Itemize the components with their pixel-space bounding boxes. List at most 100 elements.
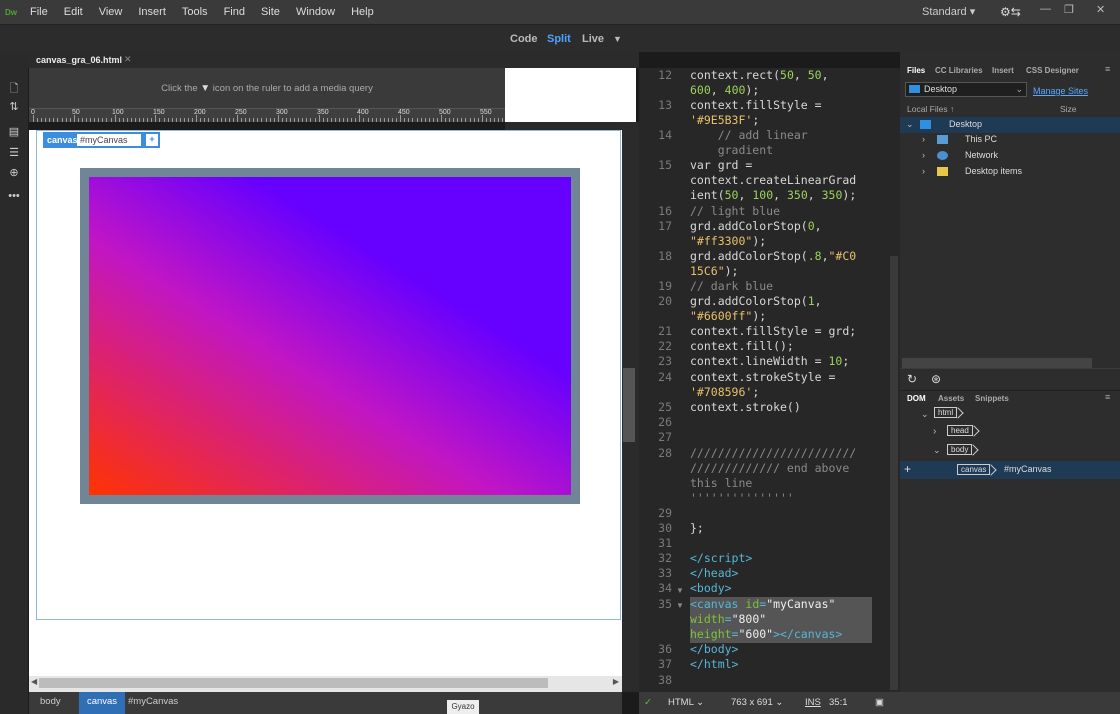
add-class-button[interactable]: + <box>146 134 158 146</box>
menu-help[interactable]: Help <box>343 6 382 18</box>
tab-insert[interactable]: Insert <box>992 66 1014 75</box>
preview-icon[interactable]: ▣ <box>875 697 884 708</box>
tab-dom[interactable]: DOM <box>907 394 926 403</box>
file-transfer-icon[interactable]: ⇅ <box>6 100 22 114</box>
menu-insert[interactable]: Insert <box>130 6 174 18</box>
code-view[interactable]: 12 13 14 15 16 17 18 19 20 21 22 23 24 2… <box>639 68 888 692</box>
menu-view[interactable]: View <box>91 6 131 18</box>
menu-find[interactable]: Find <box>216 6 253 18</box>
dom-node-body[interactable]: body <box>947 444 973 455</box>
valid-check-icon[interactable]: ✓ <box>644 697 652 708</box>
window-size-selector[interactable]: 763 x 691 ⌄ <box>731 697 783 708</box>
chevron-down-icon[interactable]: ⌄ <box>933 445 941 456</box>
element-hud[interactable]: canvas #myCanvas + <box>43 132 160 148</box>
code-line: // dark blue <box>690 279 774 293</box>
doctype-selector[interactable]: HTML ⌄ <box>668 697 704 708</box>
ruler-tick <box>147 118 149 122</box>
ruler-tick <box>498 118 500 122</box>
target-icon[interactable]: ⊕ <box>6 166 22 180</box>
gear-sync-icon[interactable]: ⚙⇆ <box>1000 5 1021 19</box>
fold-arrow-icon[interactable]: ▼ <box>676 586 684 595</box>
close-icon[interactable]: ✕ <box>1096 3 1105 16</box>
restore-icon[interactable]: ❐ <box>1064 3 1074 16</box>
more-icon[interactable]: ••• <box>6 190 22 204</box>
menu-file[interactable]: File <box>22 6 56 18</box>
menu-window[interactable]: Window <box>288 6 343 18</box>
dom-selected-row[interactable]: + canvas #myCanvas <box>900 461 1120 479</box>
ruler-tick <box>179 118 181 122</box>
panel-menu-icon[interactable]: ≡ <box>1105 64 1110 74</box>
cursor-position: 35:1 <box>829 697 848 708</box>
menu-site[interactable]: Site <box>253 6 288 18</box>
scroll-thumb[interactable] <box>623 368 635 442</box>
code-line: </html> <box>690 657 739 671</box>
site-dropdown[interactable]: Desktop ⌄ <box>905 82 1027 97</box>
ruler-tick <box>155 115 157 122</box>
gradient-canvas[interactable] <box>80 168 580 504</box>
code-line: </head> <box>690 566 739 580</box>
live-view-button[interactable]: Live <box>582 33 604 45</box>
chevron-down-icon[interactable]: ⌄ <box>906 119 914 130</box>
dom-node-canvas[interactable]: canvas <box>957 464 991 475</box>
network-icon <box>937 151 948 160</box>
ruler-tick <box>220 118 222 122</box>
ruler-tick <box>249 118 251 122</box>
live-view-horizontal-scrollbar[interactable]: ◀ ▶ <box>29 676 622 692</box>
tab-snippets[interactable]: Snippets <box>975 394 1009 403</box>
breadcrumb-id[interactable]: #myCanvas <box>128 696 178 707</box>
close-tab-icon[interactable]: ✕ <box>124 54 132 65</box>
workspace-switcher[interactable]: Standard ▾ <box>922 5 975 18</box>
chevron-right-icon[interactable]: › <box>922 166 925 176</box>
element-id-field[interactable]: #myCanvas <box>77 134 141 146</box>
ruler-tick <box>302 118 304 122</box>
fold-arrow-icon[interactable]: ▼ <box>676 601 684 610</box>
chevron-down-icon[interactable]: ▼ <box>613 34 622 44</box>
menu-tools[interactable]: Tools <box>174 6 216 18</box>
refresh-icon[interactable]: ↻ <box>907 372 917 386</box>
size-header[interactable]: Size <box>1060 104 1077 114</box>
tab-cc-libraries[interactable]: CC Libraries <box>935 66 983 75</box>
file-tree-item-this-pc[interactable]: › This PC <box>900 132 1120 148</box>
connect-icon[interactable]: ⊛ <box>931 372 941 386</box>
dom-node-html[interactable]: html <box>934 407 958 418</box>
file-tree-item-network[interactable]: › Network <box>900 148 1120 164</box>
dom-node-head[interactable]: head <box>947 425 973 436</box>
dom-panel-tabs: DOM Assets Snippets ≡ <box>900 390 1120 404</box>
add-element-icon[interactable]: + <box>904 462 911 476</box>
breadcrumb-body[interactable]: body <box>40 696 61 707</box>
manage-sites-link[interactable]: Manage Sites <box>1033 86 1088 96</box>
live-view[interactable]: canvas #myCanvas + <box>29 130 622 676</box>
scroll-right-icon[interactable]: ▶ <box>613 677 619 686</box>
code-view-button[interactable]: Code <box>510 33 538 45</box>
chevron-right-icon[interactable]: › <box>922 134 925 144</box>
tab-files[interactable]: Files <box>907 66 925 75</box>
live-view-vertical-scrollbar[interactable] <box>622 122 639 692</box>
tab-assets[interactable]: Assets <box>938 394 964 403</box>
scroll-thumb[interactable] <box>890 256 898 690</box>
split-view-button[interactable]: Split <box>547 33 571 45</box>
canvas-selection-outline[interactable]: canvas #myCanvas + <box>36 130 621 620</box>
file-icon[interactable]: 🗋 <box>6 80 22 95</box>
tab-css-designer[interactable]: CSS Designer <box>1026 66 1079 75</box>
ruler[interactable]: 0 50 100 150 200 250 300 350 400 450 500… <box>29 108 512 122</box>
files-horizontal-scrollbar[interactable] <box>902 358 1092 368</box>
local-files-header[interactable]: Local Files ↑ <box>907 104 954 114</box>
document-tab[interactable]: canvas_gra_06.html <box>36 55 122 65</box>
chevron-right-icon[interactable]: › <box>922 150 925 160</box>
dom-icon[interactable]: ☰ <box>6 146 22 160</box>
ruler-tick <box>228 118 230 122</box>
file-tree-item-desktop[interactable]: ⌄ Desktop <box>900 117 1120 133</box>
minimize-icon[interactable]: — <box>1040 3 1051 15</box>
menu-edit[interactable]: Edit <box>56 6 91 18</box>
chevron-right-icon[interactable]: › <box>933 426 936 437</box>
chevron-down-icon[interactable]: ⌄ <box>921 409 929 420</box>
ruler-tick <box>241 118 243 122</box>
file-tree-item-desktop-items[interactable]: › Desktop items <box>900 164 1120 180</box>
breadcrumb-canvas[interactable]: canvas <box>79 692 125 714</box>
properties-icon[interactable]: ▤ <box>6 125 22 139</box>
insert-mode[interactable]: INS <box>805 697 821 708</box>
scroll-left-icon[interactable]: ◀ <box>31 677 37 686</box>
code-scrollbar[interactable] <box>888 68 900 692</box>
panel-menu-icon[interactable]: ≡ <box>1105 392 1110 402</box>
scroll-thumb[interactable] <box>39 678 548 688</box>
